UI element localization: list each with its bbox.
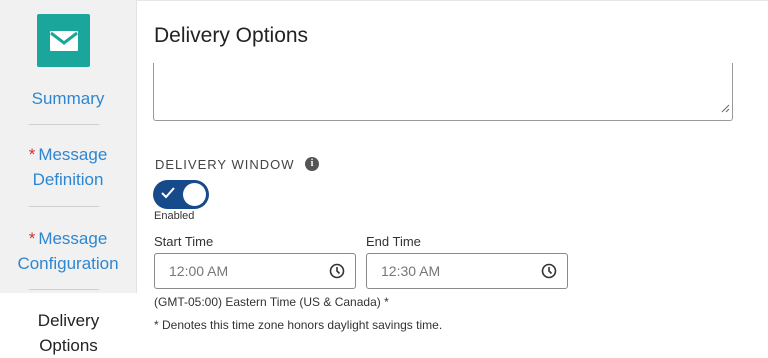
toggle-knob <box>183 183 206 206</box>
sidebar-item-label-line2: Definition <box>32 170 104 189</box>
required-mark: * <box>28 145 36 164</box>
page-title: Delivery Options <box>154 24 309 47</box>
timezone-text: (GMT-05:00) Eastern Time (US & Canada) * <box>154 295 389 309</box>
envelope-icon <box>37 14 90 67</box>
sidebar-item-summary[interactable]: Summary <box>0 86 136 111</box>
sidebar-item-message-configuration[interactable]: * Message Configuration <box>0 226 136 276</box>
start-time-label: Start Time <box>154 234 214 249</box>
sidebar-item-label-line2: Configuration <box>17 254 119 273</box>
clock-icon[interactable] <box>541 263 557 284</box>
clock-icon[interactable] <box>329 263 345 284</box>
sidebar-item-label: Summary <box>31 89 105 108</box>
sidebar-item-label-line1: Delivery <box>37 311 100 330</box>
divider <box>29 289 99 290</box>
sidebar-item-delivery-options[interactable]: Delivery Options <box>0 293 137 355</box>
delivery-window-label: DELIVERY WINDOW <box>155 157 295 172</box>
start-time-input[interactable]: 12:00 AM <box>154 253 356 289</box>
divider <box>29 206 99 207</box>
required-mark: * <box>28 229 36 248</box>
message-textarea[interactable] <box>153 63 733 121</box>
divider <box>136 0 768 1</box>
info-icon[interactable]: i <box>305 157 319 171</box>
delivery-window-toggle[interactable] <box>153 180 209 209</box>
sidebar-item-label-line1: Message <box>38 145 108 164</box>
check-icon <box>160 186 176 205</box>
resize-grip-icon[interactable] <box>721 100 730 118</box>
divider <box>29 124 99 125</box>
end-time-input[interactable]: 12:30 AM <box>366 253 568 289</box>
sidebar-item-message-definition[interactable]: * Message Definition <box>0 142 136 192</box>
end-time-value: 12:30 AM <box>381 263 441 279</box>
dst-note: * Denotes this time zone honors daylight… <box>154 318 443 332</box>
sidebar: Summary * Message Definition * Message Con… <box>0 0 137 339</box>
sidebar-item-label-line1: Message <box>38 229 108 248</box>
toggle-status-text: Enabled <box>154 210 195 222</box>
end-time-label: End Time <box>366 234 421 249</box>
start-time-value: 12:00 AM <box>169 263 229 279</box>
